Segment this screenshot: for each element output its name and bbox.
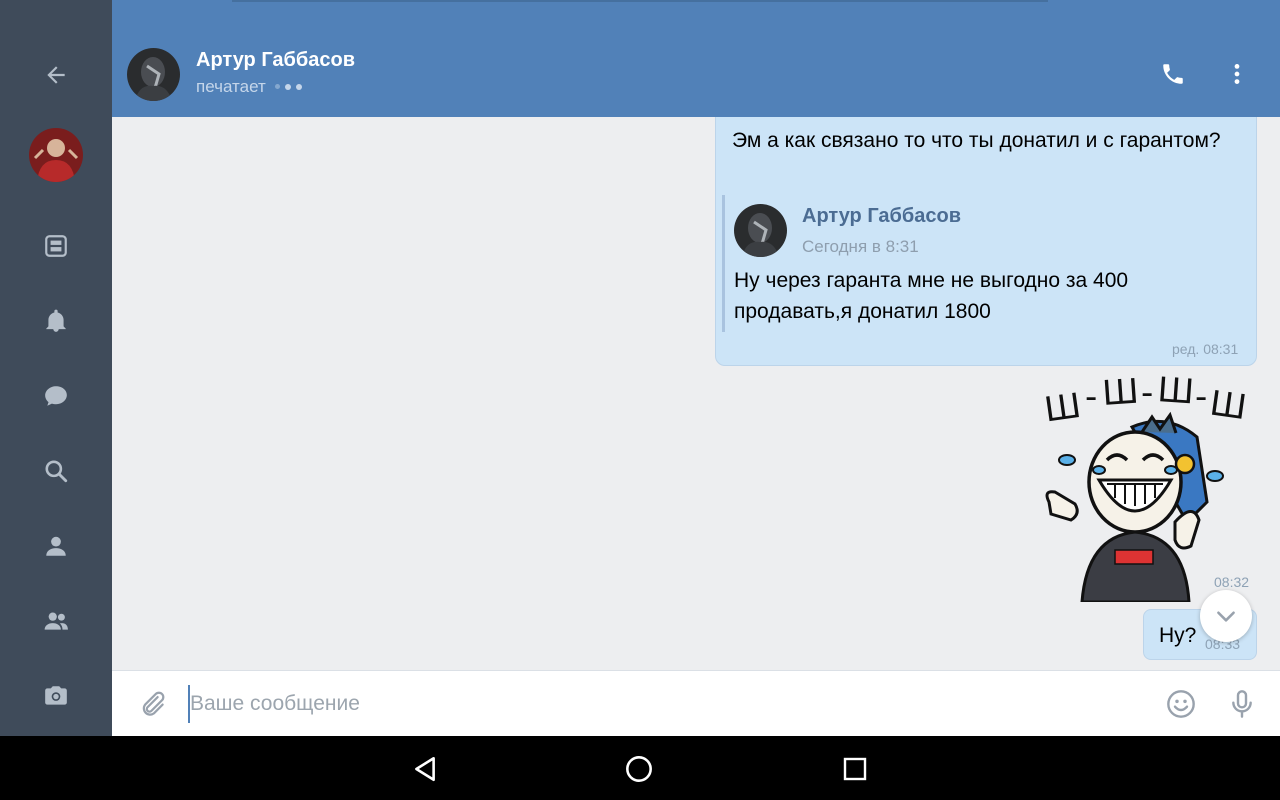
emoji-button[interactable] <box>1162 685 1200 723</box>
back-arrow-icon <box>47 66 65 84</box>
chat-header: Артур Габбасов печатает <box>112 0 1280 117</box>
phone-icon <box>1163 64 1183 84</box>
sidebar-item-notifications[interactable] <box>0 291 112 351</box>
svg-text:Ш: Ш <box>1101 372 1140 414</box>
svg-text:-: - <box>1085 377 1097 417</box>
more-vertical-icon <box>1234 64 1240 84</box>
messages-icon <box>45 386 67 406</box>
system-navigation-bar <box>0 736 1280 800</box>
camera-icon <box>45 686 67 705</box>
nav-back-button[interactable] <box>408 752 442 786</box>
user-avatar[interactable] <box>29 128 83 182</box>
typing-status-text: печатает <box>196 77 266 96</box>
profile-icon <box>46 536 66 556</box>
forwarded-quote-bar <box>722 195 725 332</box>
sidebar-item-messages[interactable] <box>0 366 112 426</box>
bell-icon <box>46 309 66 332</box>
more-menu-button[interactable] <box>1217 54 1257 94</box>
forwarded-author-name[interactable]: Артур Габбасов <box>802 205 961 228</box>
attach-button[interactable] <box>134 686 170 722</box>
nav-recents-button[interactable] <box>838 752 872 786</box>
message-input[interactable] <box>188 685 1148 723</box>
sidebar-item-news[interactable] <box>0 216 112 276</box>
header-divider <box>232 0 1048 2</box>
nav-back-icon <box>415 756 435 782</box>
sidebar-item-friends[interactable] <box>0 591 112 651</box>
forwarded-time: Сегодня в 8:31 <box>802 237 919 256</box>
svg-text:Ш: Ш <box>1156 372 1195 412</box>
friends-icon <box>44 612 68 630</box>
svg-text:-: - <box>1141 373 1153 413</box>
voice-message-button[interactable] <box>1223 685 1261 723</box>
contact-name[interactable]: Артур Габбасов <box>196 49 355 72</box>
message-text: Эм а как связано то что ты донатил и с г… <box>732 129 1221 152</box>
microphone-icon <box>1232 690 1252 718</box>
typing-dots-icon <box>274 84 302 90</box>
call-button[interactable] <box>1153 54 1193 94</box>
scroll-to-bottom-button[interactable] <box>1200 590 1252 642</box>
nav-home-icon <box>626 756 652 782</box>
message-list[interactable]: Эм а как связано то что ты донатил и с г… <box>112 117 1280 670</box>
contact-avatar[interactable] <box>127 48 180 101</box>
outgoing-message-bubble[interactable]: Эм а как связано то что ты донатил и с г… <box>715 117 1257 366</box>
forwarded-message-text: Ну через гаранта мне не выгодно за 400 п… <box>734 269 1129 323</box>
back-button[interactable] <box>0 45 112 105</box>
search-icon <box>45 460 68 483</box>
svg-text:Ш: Ш <box>1042 386 1084 431</box>
sticker-laughing-skeleton[interactable]: Ш - Ш - Ш - Ш <box>1037 370 1249 604</box>
paperclip-icon <box>142 691 165 716</box>
message-composer <box>112 670 1280 736</box>
contact-status: печатает <box>196 77 302 97</box>
nav-home-button[interactable] <box>622 752 656 786</box>
sidebar <box>0 0 112 736</box>
forwarded-author-avatar[interactable] <box>734 204 787 257</box>
sticker-time: 08:32 <box>1214 574 1250 590</box>
smiley-icon <box>1167 690 1195 718</box>
news-icon <box>45 235 67 257</box>
message-text: Ну? <box>1159 624 1197 647</box>
chevron-down-icon <box>1217 611 1235 622</box>
sidebar-item-search[interactable] <box>0 441 112 501</box>
sidebar-item-profile[interactable] <box>0 516 112 576</box>
message-edited-time: ред. 08:31 <box>1172 341 1239 357</box>
svg-text:-: - <box>1195 377 1207 417</box>
nav-recents-icon <box>843 757 867 781</box>
sidebar-item-camera[interactable] <box>0 666 112 726</box>
svg-text:Ш: Ш <box>1207 383 1247 428</box>
